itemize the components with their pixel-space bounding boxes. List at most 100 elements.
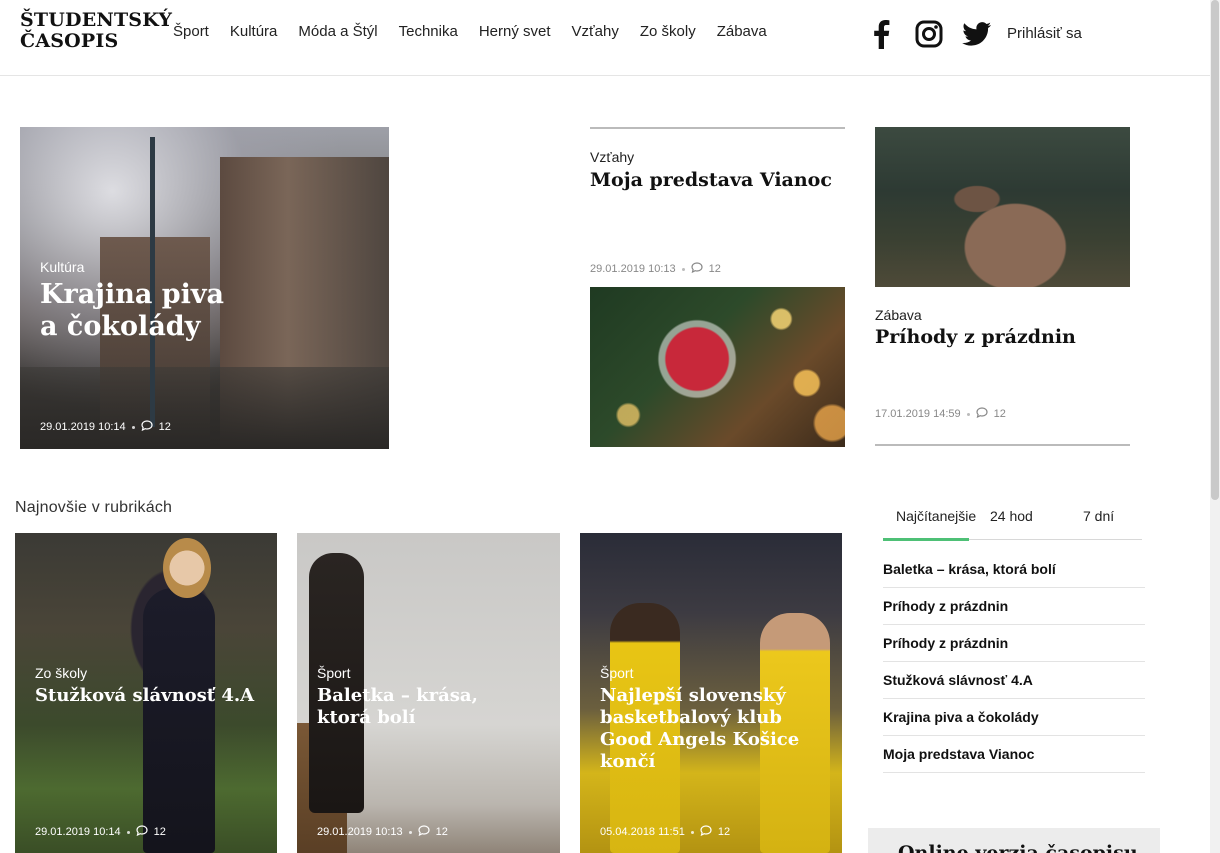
comment-icon bbox=[418, 825, 430, 839]
card-category-label[interactable]: Šport bbox=[317, 665, 350, 681]
page-scrollbar[interactable] bbox=[1210, 0, 1220, 853]
facebook-icon[interactable] bbox=[866, 19, 896, 49]
card-date: 29.01.2019 10:14 bbox=[35, 826, 121, 838]
comment-icon bbox=[976, 407, 988, 421]
zabava-meta: 17.01.2019 14:59 12 bbox=[875, 407, 1006, 421]
vztahy-date: 29.01.2019 10:13 bbox=[590, 263, 676, 275]
hero-category-label[interactable]: Kultúra bbox=[40, 259, 84, 275]
article-card[interactable]: Šport Najlepší slovenský basketbalový kl… bbox=[580, 533, 842, 853]
section-title: Najnovšie v rubrikách bbox=[15, 499, 173, 516]
comment-icon bbox=[136, 825, 148, 839]
meta-separator bbox=[690, 830, 694, 834]
nav-item-zabava[interactable]: Zábava bbox=[717, 23, 767, 40]
online-magazine-box[interactable]: Online verzia časopisu bbox=[868, 828, 1160, 853]
hero-title-line-1: Krajina piva bbox=[40, 279, 225, 310]
nav-item-herny-svet[interactable]: Herný svet bbox=[479, 23, 551, 40]
card-title-line-1: Stužková slávnosť 4.A bbox=[35, 685, 255, 706]
comment-icon bbox=[691, 262, 703, 276]
hero-meta: 29.01.2019 10:14 12 bbox=[40, 420, 171, 434]
vztahy-category[interactable]: Vzťahy bbox=[590, 149, 634, 165]
scrollbar-thumb[interactable] bbox=[1211, 0, 1219, 500]
nav-item-sport[interactable]: Šport bbox=[173, 23, 209, 40]
card-meta: 29.01.2019 10:13 12 bbox=[317, 825, 448, 839]
site-logo[interactable]: ŠTUDENTSKÝ ČASOPIS bbox=[20, 10, 172, 52]
divider bbox=[590, 127, 845, 129]
card-category: Zo školy bbox=[35, 665, 87, 683]
instagram-icon[interactable] bbox=[914, 19, 944, 49]
card-meta: 29.01.2019 10:14 12 bbox=[35, 825, 166, 839]
zabava-image[interactable] bbox=[875, 127, 1130, 287]
nav-item-vztahy[interactable]: Vzťahy bbox=[572, 23, 619, 40]
meta-separator bbox=[408, 830, 412, 834]
card-image-head bbox=[163, 538, 211, 598]
login-link[interactable]: Prihlásiť sa bbox=[1007, 25, 1082, 42]
card-title-line-2: ktorá bolí bbox=[317, 707, 416, 728]
list-item[interactable]: Príhody z prázdnin bbox=[883, 588, 1145, 625]
nav-item-moda-a-styl[interactable]: Móda a Štýl bbox=[298, 23, 377, 40]
card-meta: 05.04.2018 11:51 12 bbox=[600, 825, 730, 839]
social-links bbox=[866, 19, 1010, 49]
nav-item-technika[interactable]: Technika bbox=[399, 23, 458, 40]
tab-najcitanejsie[interactable]: Najčítanejšie bbox=[896, 508, 976, 524]
meta-separator bbox=[681, 267, 685, 271]
card-comments: 12 bbox=[153, 826, 166, 838]
card-title[interactable]: Baletka – krása, ktorá bolí bbox=[317, 685, 478, 729]
hero-title[interactable]: Krajina piva a čokolády bbox=[40, 279, 224, 343]
card-category-label[interactable]: Zo školy bbox=[35, 665, 87, 681]
meta-separator bbox=[126, 830, 130, 834]
list-item[interactable]: Krajina piva a čokolády bbox=[883, 699, 1145, 736]
tab-24-hod[interactable]: 24 hod bbox=[990, 508, 1033, 524]
list-item[interactable]: Baletka – krása, ktorá bolí bbox=[883, 551, 1145, 588]
main-nav: Šport Kultúra Móda a Štýl Technika Herný… bbox=[173, 23, 788, 40]
comment-icon bbox=[700, 825, 712, 839]
tab-active-indicator bbox=[883, 538, 969, 541]
hero-image-street bbox=[20, 367, 389, 449]
card-title-line-4: končí bbox=[600, 751, 656, 772]
card-title[interactable]: Stužková slávnosť 4.A bbox=[35, 685, 254, 707]
card-date: 29.01.2019 10:13 bbox=[317, 826, 403, 838]
zabava-title[interactable]: Príhody z prázdnin bbox=[875, 326, 1076, 348]
card-category-label[interactable]: Šport bbox=[600, 665, 633, 681]
card-category: Šport bbox=[317, 665, 350, 683]
hero-title-line-2: a čokolády bbox=[40, 311, 201, 342]
hero-date: 29.01.2019 10:14 bbox=[40, 421, 126, 433]
popular-list: Baletka – krása, ktorá bolí Príhody z pr… bbox=[883, 551, 1145, 773]
card-title[interactable]: Najlepší slovenský basketbalový klub Goo… bbox=[600, 685, 799, 773]
vztahy-comments: 12 bbox=[708, 263, 721, 275]
card-image-figure bbox=[309, 553, 364, 813]
card-title-line-1: Baletka – krása, bbox=[317, 685, 478, 706]
vztahy-image[interactable] bbox=[590, 287, 845, 447]
list-item[interactable]: Stužková slávnosť 4.A bbox=[883, 662, 1145, 699]
meta-separator bbox=[966, 412, 970, 416]
nav-item-kultura[interactable]: Kultúra bbox=[230, 23, 278, 40]
card-image-figure bbox=[143, 588, 215, 853]
article-card[interactable]: Zo školy Stužková slávnosť 4.A 29.01.201… bbox=[15, 533, 277, 853]
zabava-category[interactable]: Zábava bbox=[875, 307, 922, 323]
card-category: Šport bbox=[600, 665, 633, 683]
meta-separator bbox=[131, 425, 135, 429]
card-title-line-1: Najlepší slovenský bbox=[600, 685, 786, 706]
nav-item-zo-skoly[interactable]: Zo školy bbox=[640, 23, 696, 40]
card-title-line-3: Good Angels Košice bbox=[600, 729, 800, 750]
comment-icon bbox=[141, 420, 153, 434]
list-item[interactable]: Moja predstava Vianoc bbox=[883, 736, 1145, 773]
tab-7-dni[interactable]: 7 dní bbox=[1083, 508, 1114, 524]
site-header: ŠTUDENTSKÝ ČASOPIS Šport Kultúra Móda a … bbox=[0, 0, 1210, 76]
card-comments: 12 bbox=[717, 826, 731, 838]
logo-line-1: ŠTUDENTSKÝ bbox=[20, 9, 173, 31]
divider bbox=[875, 444, 1130, 446]
hero-category: Kultúra bbox=[40, 259, 84, 277]
logo-line-2: ČASOPIS bbox=[20, 30, 119, 52]
list-item[interactable]: Príhody z prázdnin bbox=[883, 625, 1145, 662]
popular-tabs: Najčítanejšie 24 hod 7 dní bbox=[883, 508, 1142, 541]
zabava-comments: 12 bbox=[993, 408, 1006, 420]
vztahy-title[interactable]: Moja predstava Vianoc bbox=[590, 169, 832, 191]
online-magazine-title: Online verzia časopisu bbox=[898, 842, 1138, 853]
vztahy-meta: 29.01.2019 10:13 12 bbox=[590, 262, 721, 276]
hero-article[interactable]: Kultúra Krajina piva a čokolády 29.01.20… bbox=[20, 127, 389, 449]
twitter-icon[interactable] bbox=[962, 19, 992, 49]
card-title-line-2: basketbalový klub bbox=[600, 707, 782, 728]
zabava-date: 17.01.2019 14:59 bbox=[875, 408, 961, 420]
hero-comments: 12 bbox=[158, 421, 171, 433]
article-card[interactable]: Šport Baletka – krása, ktorá bolí 29.01.… bbox=[297, 533, 560, 853]
